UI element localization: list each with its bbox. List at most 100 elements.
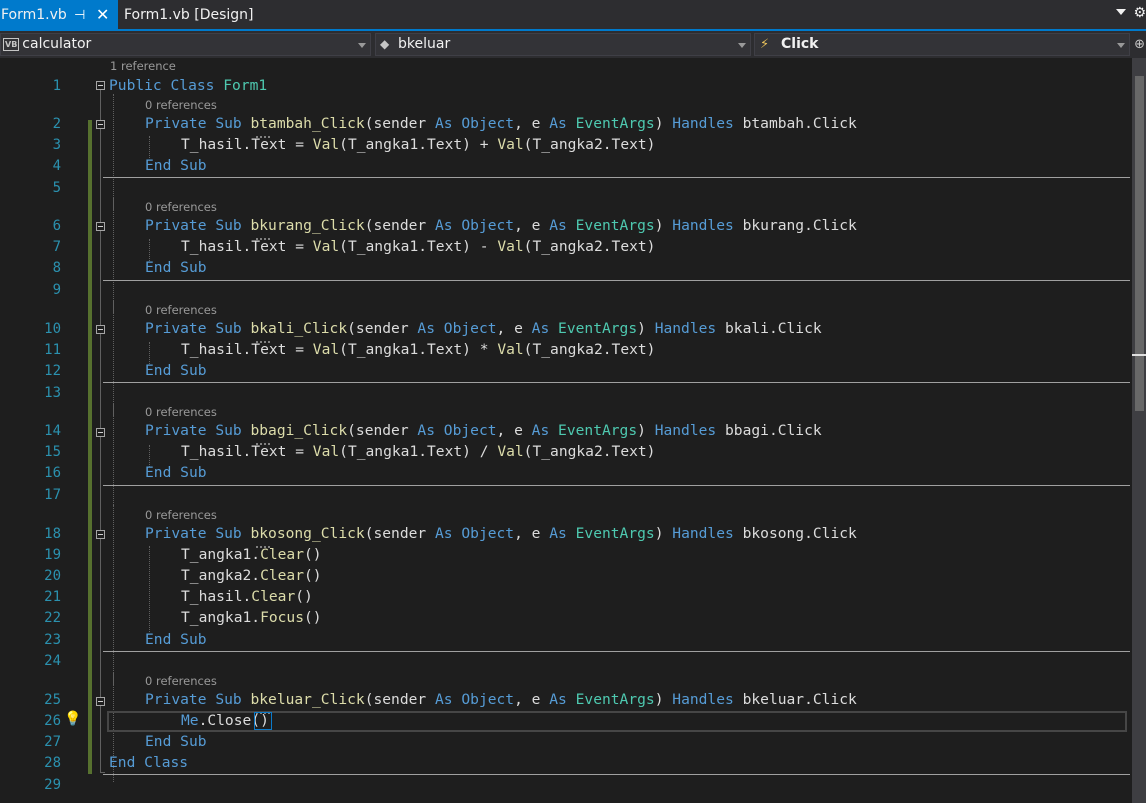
codelens-references[interactable]: 0 references bbox=[145, 405, 217, 419]
code-text: bkosong.Click bbox=[742, 525, 857, 542]
pin-icon[interactable]: ⊣ bbox=[74, 0, 85, 31]
code-line[interactable]: T_angka1.Focus() bbox=[181, 608, 322, 628]
keyword: Private bbox=[145, 525, 207, 542]
suggestion-squiggle bbox=[256, 441, 270, 445]
keyword: Object bbox=[461, 691, 515, 708]
keyword: Handles bbox=[672, 525, 734, 542]
code-line[interactable]: T_hasil.Text = Val(T_angka1.Text) / Val(… bbox=[181, 442, 655, 462]
suggestion-squiggle bbox=[256, 339, 270, 343]
method-separator bbox=[103, 774, 1130, 775]
code-text: .Close bbox=[198, 712, 252, 729]
indent-guide bbox=[149, 546, 150, 632]
keyword: Sub bbox=[215, 217, 242, 234]
code-line[interactable]: Private Sub bkosong_Click(sender As Obje… bbox=[145, 524, 857, 544]
close-icon[interactable]: ✕ bbox=[96, 0, 109, 30]
line-number: 12 bbox=[44, 363, 61, 379]
line-number: 13 bbox=[44, 385, 61, 401]
chevron-down-icon bbox=[738, 43, 746, 48]
scrollbar-thumb[interactable] bbox=[1135, 76, 1144, 411]
code-line[interactable]: T_hasil.Text = Val(T_angka1.Text) + Val(… bbox=[181, 135, 655, 155]
document-tab-bar: Form1.vb ⊣ ✕ Form1.vb [Design] ⚙ bbox=[0, 0, 1146, 31]
line-number: 19 bbox=[44, 547, 61, 563]
event-dropdown[interactable]: ⚡ Click bbox=[754, 33, 1130, 56]
code-line[interactable]: Private Sub btambah_Click(sender As Obje… bbox=[145, 114, 857, 134]
code-line[interactable]: End Class bbox=[109, 753, 188, 773]
chevron-down-icon bbox=[358, 43, 366, 48]
code-text: , e bbox=[496, 320, 532, 337]
code-line[interactable]: T_hasil.Clear() bbox=[181, 587, 313, 607]
line-number: 5 bbox=[52, 180, 61, 196]
collapse-icon[interactable] bbox=[96, 81, 105, 90]
split-window-icon[interactable]: ⊕ bbox=[1134, 37, 1145, 52]
keyword: Object bbox=[461, 115, 515, 132]
keyword: Private bbox=[145, 691, 207, 708]
keyword: End bbox=[109, 754, 136, 771]
code-line[interactable]: End Sub bbox=[145, 630, 207, 650]
vertical-scrollbar[interactable] bbox=[1132, 58, 1146, 803]
keyword: As bbox=[531, 320, 550, 337]
tab-list-dropdown-icon[interactable] bbox=[1116, 9, 1126, 15]
code-line[interactable]: End Sub bbox=[145, 463, 207, 483]
code-line[interactable]: T_hasil.Text = Val(T_angka1.Text) * Val(… bbox=[181, 340, 655, 360]
collapse-icon[interactable] bbox=[96, 697, 105, 706]
code-text: , e bbox=[514, 115, 550, 132]
lightbulb-icon[interactable]: 💡 bbox=[64, 711, 81, 727]
keyword: Class bbox=[170, 77, 215, 94]
code-text: () bbox=[304, 567, 322, 584]
code-editor[interactable]: 💡 1 2 3 4 5 6 7 8 9 10 11 12 13 14 15 16… bbox=[0, 58, 1132, 803]
code-text: (sender bbox=[347, 422, 418, 439]
line-number: 15 bbox=[44, 444, 61, 460]
line-number: 8 bbox=[52, 260, 61, 276]
method-separator bbox=[103, 651, 1130, 652]
keyword: As bbox=[531, 422, 550, 439]
keyword: Sub bbox=[180, 259, 207, 276]
gear-icon[interactable]: ⚙ bbox=[1133, 5, 1146, 21]
collapse-icon[interactable] bbox=[96, 222, 105, 231]
code-line[interactable]: T_angka2.Clear() bbox=[181, 566, 322, 586]
keyword: Me bbox=[181, 712, 199, 729]
collapse-icon[interactable] bbox=[96, 325, 105, 334]
code-line[interactable]: T_angka1.Clear() bbox=[181, 545, 322, 565]
keyword: Sub bbox=[180, 362, 207, 379]
collapse-icon[interactable] bbox=[96, 530, 105, 539]
line-number: 7 bbox=[52, 239, 61, 255]
code-line[interactable]: End Sub bbox=[145, 258, 207, 278]
field-icon: ◆ bbox=[380, 37, 390, 51]
codelens-references[interactable]: 0 references bbox=[145, 200, 217, 214]
tab-form1-design[interactable]: Form1.vb [Design] bbox=[124, 0, 254, 29]
member-dropdown[interactable]: ◆ bkeluar bbox=[375, 33, 751, 56]
codelens-references[interactable]: 1 reference bbox=[110, 59, 176, 73]
tab-form1-vb[interactable]: Form1.vb ⊣ ✕ bbox=[0, 0, 118, 29]
line-number: 23 bbox=[44, 632, 61, 648]
codelens-references[interactable]: 0 references bbox=[145, 303, 217, 317]
code-line[interactable]: End Sub bbox=[145, 361, 207, 381]
code-line[interactable]: Private Sub bkali_Click(sender As Object… bbox=[145, 319, 822, 339]
collapse-icon[interactable] bbox=[96, 428, 105, 437]
code-line[interactable]: Private Sub bbagi_Click(sender As Object… bbox=[145, 421, 822, 441]
keyword: As bbox=[435, 525, 453, 542]
keyword: Private bbox=[145, 115, 207, 132]
code-line[interactable]: Public Class Form1 bbox=[109, 76, 267, 96]
project-name: calculator bbox=[22, 36, 92, 52]
codelens-references[interactable]: 0 references bbox=[145, 508, 217, 522]
suggestion-squiggle bbox=[256, 134, 270, 138]
code-text: (T_angka2.Text) bbox=[523, 136, 656, 153]
collapse-icon[interactable] bbox=[96, 120, 105, 129]
code-text: , e bbox=[514, 525, 550, 542]
code-text: bbagi.Click bbox=[725, 422, 822, 439]
tab-label: Form1.vb [Design] bbox=[124, 7, 254, 23]
code-line[interactable]: End Sub bbox=[145, 732, 207, 752]
line-number: 20 bbox=[44, 568, 61, 584]
code-line[interactable]: T_hasil.Text = Val(T_angka1.Text) - Val(… bbox=[181, 237, 655, 257]
code-text: () bbox=[304, 609, 322, 626]
project-dropdown[interactable]: VB calculator bbox=[0, 33, 371, 56]
function-name: Clear bbox=[260, 546, 305, 563]
code-text: (sender bbox=[364, 115, 435, 132]
code-line[interactable]: Private Sub bkurang_Click(sender As Obje… bbox=[145, 216, 857, 236]
tab-label: Form1.vb bbox=[1, 7, 67, 23]
codelens-references[interactable]: 0 references bbox=[145, 98, 217, 112]
code-line[interactable]: End Sub bbox=[145, 156, 207, 176]
code-line[interactable]: Private Sub bkeluar_Click(sender As Obje… bbox=[145, 690, 857, 710]
codelens-references[interactable]: 0 references bbox=[145, 674, 217, 688]
code-text: btambah.Click bbox=[742, 115, 857, 132]
